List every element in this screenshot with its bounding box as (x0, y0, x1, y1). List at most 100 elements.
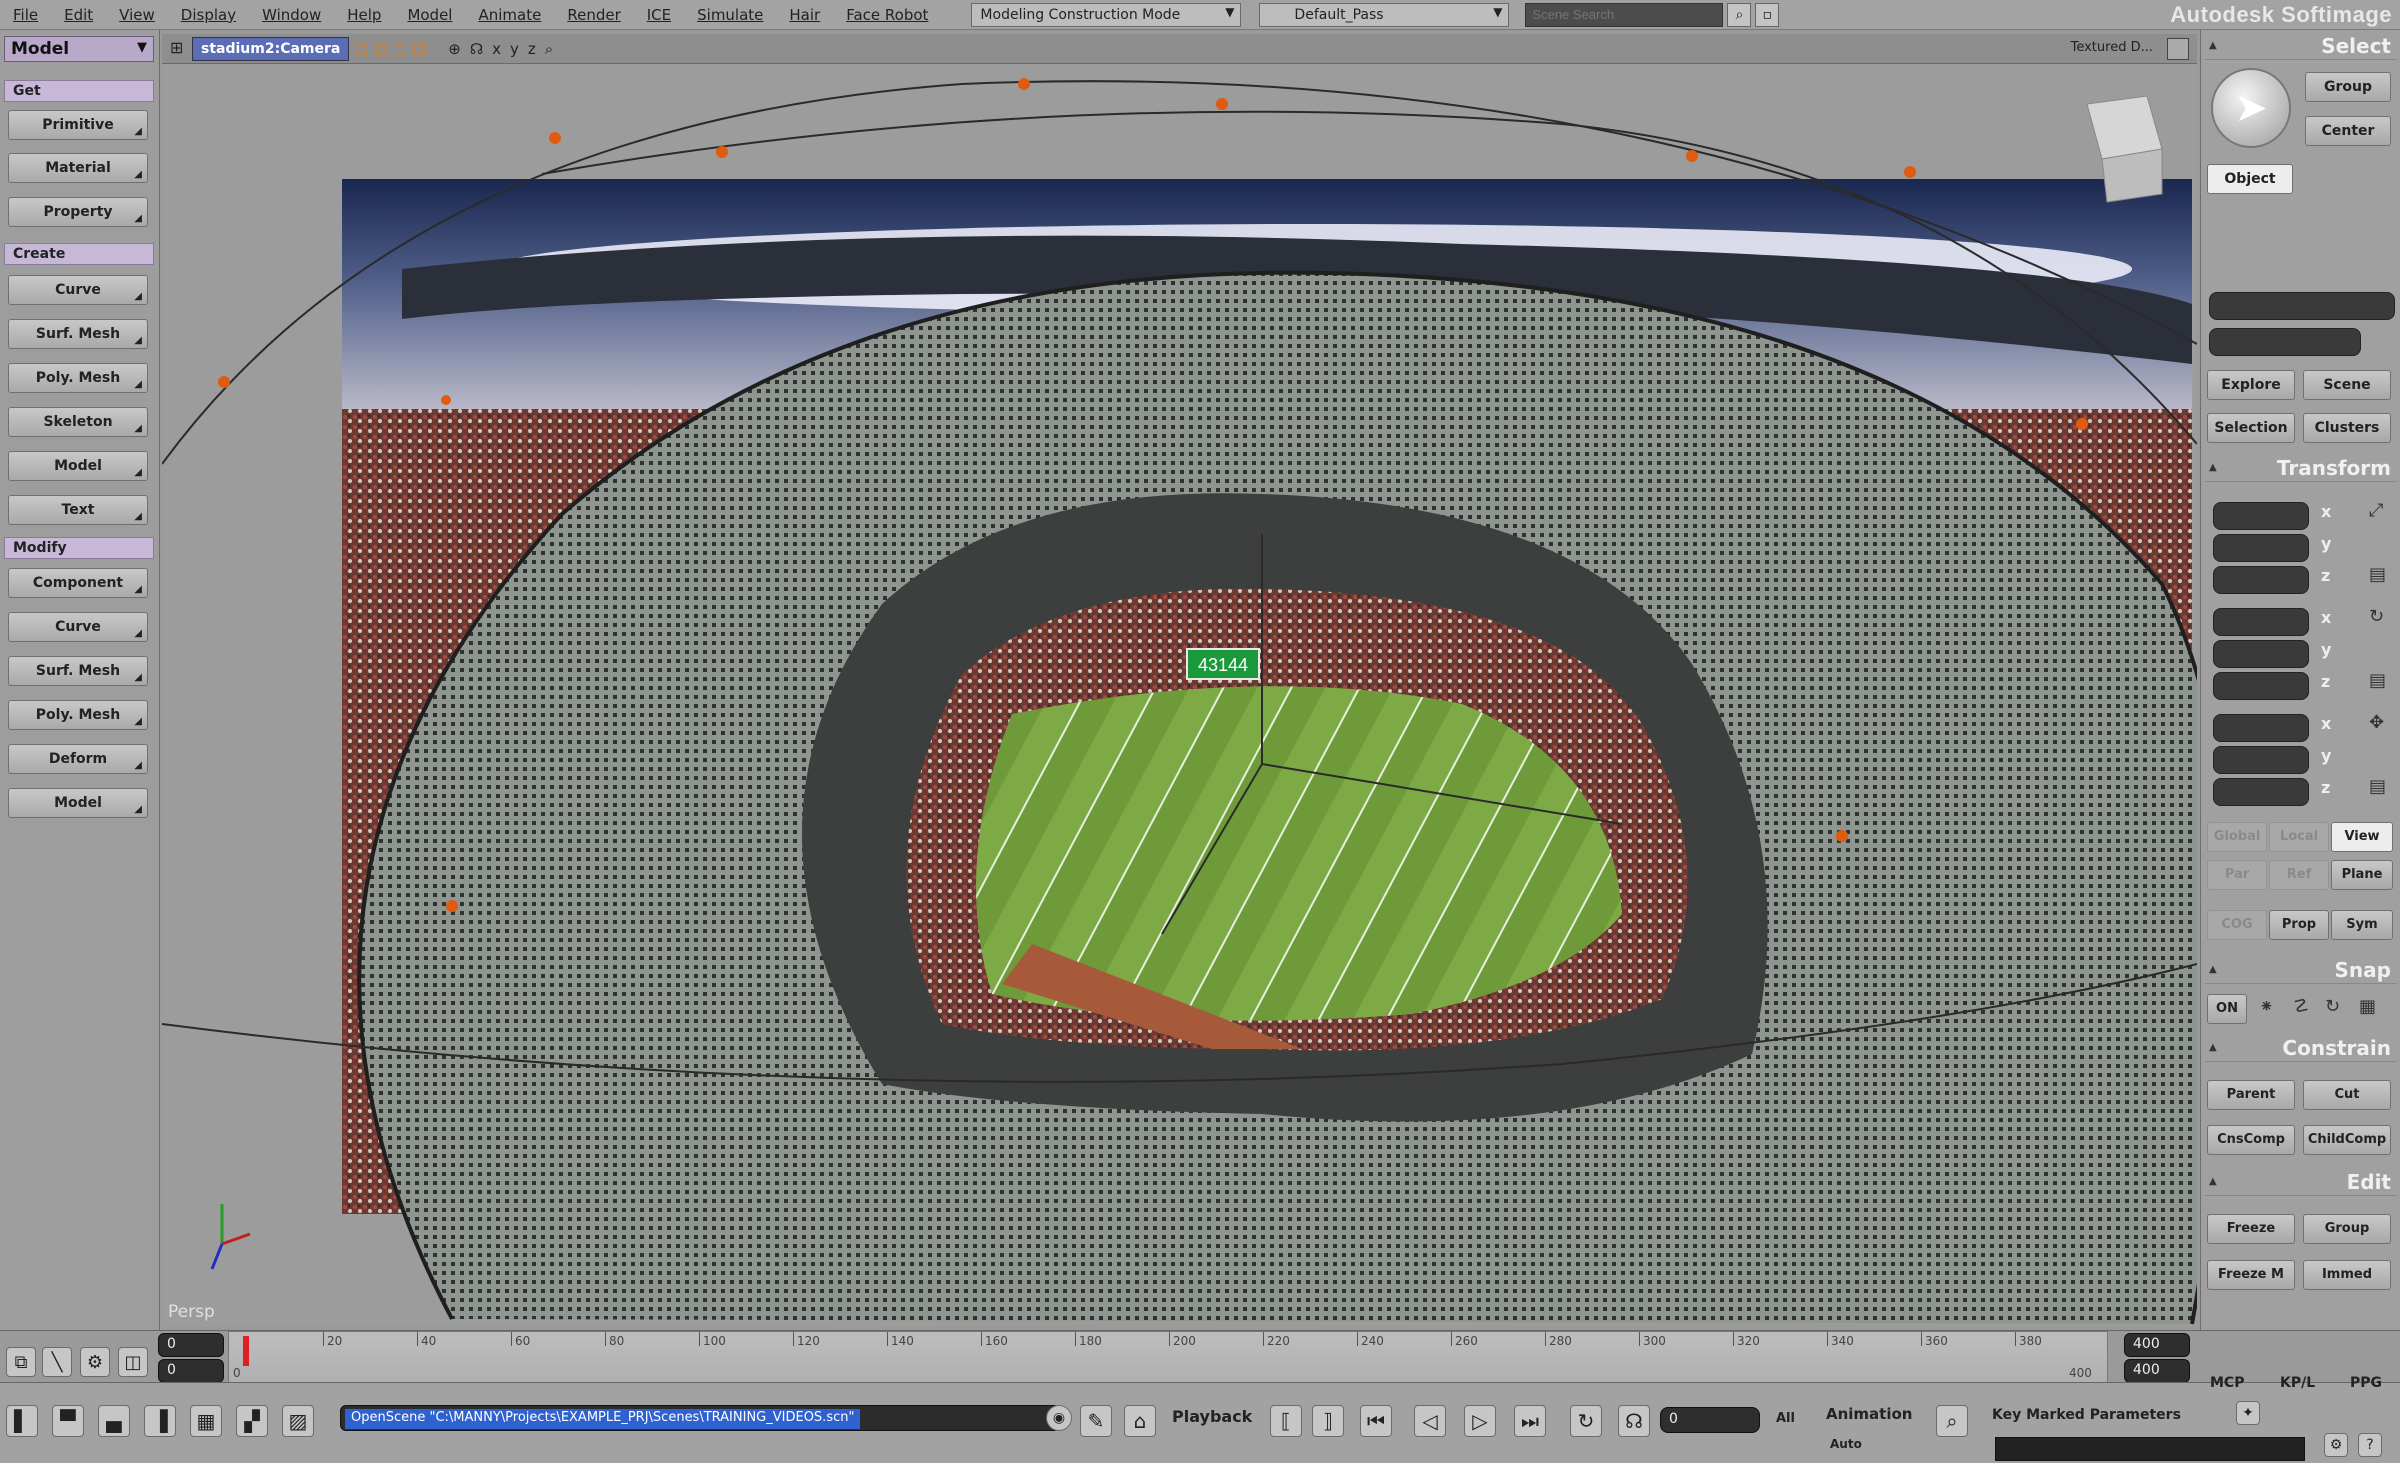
translate-z-field[interactable] (2213, 778, 2309, 806)
selection-name-field[interactable] (2209, 292, 2395, 320)
ref-button[interactable]: Ref (2269, 860, 2329, 890)
selection-filter-field[interactable] (2209, 328, 2361, 356)
local-button[interactable]: Local (2269, 822, 2329, 852)
kpl-tab[interactable]: KP/L (2280, 1375, 2315, 1391)
current-frame-field[interactable]: 0 (1660, 1407, 1760, 1433)
layout-custom-icon[interactable]: ▨ (282, 1405, 314, 1437)
get-material-button[interactable]: Material ◢ (8, 153, 148, 183)
search-icon[interactable]: ⌕ (1727, 2, 1752, 27)
translate-x-field[interactable] (2213, 714, 2309, 742)
cog-button[interactable]: COG (2207, 910, 2267, 940)
snap-curve-icon[interactable]: ☡ (2293, 996, 2309, 1017)
layout-quad-icon[interactable]: ▦ (190, 1405, 222, 1437)
menu-simulate[interactable]: Simulate (684, 0, 776, 30)
sym-button[interactable]: Sym (2331, 910, 2393, 940)
edit-section-header[interactable]: ▲ Edit (2205, 1170, 2397, 1196)
modify-poly-mesh-button[interactable]: Poly. Mesh ◢ (8, 700, 148, 730)
constrain-section-header[interactable]: ▲ Constrain (2205, 1036, 2397, 1062)
layout-icon[interactable]: ⧉ (6, 1347, 36, 1377)
rotate-z-field[interactable] (2213, 672, 2309, 700)
viewport-tools[interactable]: ⊕☊xyz⌕ (448, 40, 562, 58)
snap-grid-icon[interactable]: ↻ (2325, 996, 2340, 1017)
layout-split-icon[interactable]: ▐ (144, 1405, 176, 1437)
menu-edit[interactable]: Edit (51, 0, 106, 30)
auto-key-label[interactable]: Auto (1830, 1437, 1862, 1451)
menu-hair[interactable]: Hair (776, 0, 833, 30)
create-model-button[interactable]: Model ◢ (8, 451, 148, 481)
viewport-menu-icon[interactable]: ⊞ (170, 38, 183, 57)
scene-button[interactable]: Scene (2303, 370, 2391, 400)
prop-button[interactable]: Prop (2269, 910, 2329, 940)
settings-icon[interactable]: ⚙ (2324, 1433, 2348, 1457)
menu-model[interactable]: Model (394, 0, 465, 30)
modify-curve-button[interactable]: Curve ◢ (8, 612, 148, 642)
create-surf-mesh-button[interactable]: Surf. Mesh ◢ (8, 319, 148, 349)
all-label[interactable]: All (1776, 1411, 1795, 1426)
loop-icon[interactable]: ↻ (1570, 1405, 1602, 1437)
key-options-icon[interactable]: ✦ (2236, 1401, 2260, 1425)
modify-deform-button[interactable]: Deform ◢ (8, 744, 148, 774)
layout-top-icon[interactable]: ▀ (52, 1405, 84, 1437)
immed-button[interactable]: Immed (2303, 1260, 2391, 1290)
selection-button[interactable]: Selection (2207, 413, 2295, 443)
get-primitive-button[interactable]: Primitive ◢ (8, 110, 148, 140)
translate-tool-icon[interactable]: ✥ (2369, 712, 2384, 733)
toolbar-mode-select[interactable]: Model ▼ (4, 36, 154, 62)
create-text-button[interactable]: Text ◢ (8, 495, 148, 525)
object-filter-button[interactable]: Object (2207, 164, 2293, 194)
maximize-icon[interactable] (2167, 38, 2189, 60)
group-button[interactable]: Group (2305, 72, 2391, 102)
center-button[interactable]: Center (2305, 116, 2391, 146)
gear-icon[interactable]: ⚙ (80, 1347, 110, 1377)
timeline-start-field[interactable]: 0 (158, 1333, 224, 1357)
translate-y-field[interactable] (2213, 746, 2309, 774)
cut-button[interactable]: Cut (2303, 1080, 2391, 1110)
layout-side-icon[interactable]: ▞ (236, 1405, 268, 1437)
clear-search-icon[interactable]: ▫ (1755, 2, 1780, 27)
shading-mode[interactable]: Textured D... (2071, 40, 2153, 55)
scale-tool-icon[interactable]: ⤢ (2369, 500, 2383, 521)
construction-mode-dropdown[interactable]: Modeling Construction Mode ▼ (971, 2, 1242, 27)
snap-point-icon[interactable]: ⁕ (2259, 996, 2274, 1017)
snap-on-button[interactable]: ON (2207, 994, 2247, 1024)
cnscomp-button[interactable]: CnsComp (2207, 1125, 2295, 1155)
global-button[interactable]: Global (2207, 822, 2267, 852)
plane-button[interactable]: Plane (2331, 860, 2393, 890)
timeline-range-end-field[interactable]: 400 (2124, 1359, 2190, 1383)
first-key-icon[interactable]: ⟦ (1270, 1405, 1302, 1437)
menu-window[interactable]: Window (249, 0, 334, 30)
select-section-header[interactable]: ▲ Select (2205, 34, 2397, 60)
timeline-range-start-field[interactable]: 0 (158, 1359, 224, 1383)
menu-help[interactable]: Help (334, 0, 394, 30)
scale-lock-icon[interactable]: ▤ (2369, 564, 2386, 585)
modify-model-button[interactable]: Model ◢ (8, 788, 148, 818)
menu-file[interactable]: File (0, 0, 51, 30)
rotate-lock-icon[interactable]: ▤ (2369, 670, 2386, 691)
layout-bottom-icon[interactable]: ▄ (98, 1405, 130, 1437)
go-to-start-icon[interactable]: ⏮ (1360, 1405, 1392, 1437)
menu-animate[interactable]: Animate (465, 0, 554, 30)
freeze-button[interactable]: Freeze (2207, 1214, 2295, 1244)
edit-group-button[interactable]: Group (2303, 1214, 2391, 1244)
rotate-x-field[interactable] (2213, 608, 2309, 636)
snap-options-icon[interactable]: ▦ (2359, 996, 2376, 1017)
ppg-tab[interactable]: PPG (2350, 1375, 2382, 1391)
explore-button[interactable]: Explore (2207, 370, 2295, 400)
modify-component-button[interactable]: Component ◢ (8, 568, 148, 598)
freeze-m-button[interactable]: Freeze M (2207, 1260, 2295, 1290)
view-button[interactable]: View (2331, 822, 2393, 852)
par-button[interactable]: Par (2207, 860, 2267, 890)
help-icon[interactable]: ? (2358, 1433, 2382, 1457)
brush-icon[interactable]: ╲ (42, 1347, 72, 1377)
create-curve-button[interactable]: Curve ◢ (8, 275, 148, 305)
transform-section-header[interactable]: ▲ Transform (2205, 456, 2397, 482)
menu-display[interactable]: Display (168, 0, 249, 30)
create-skeleton-button[interactable]: Skeleton ◢ (8, 407, 148, 437)
scale-z-field[interactable] (2213, 566, 2309, 594)
key-marked-parameters-label[interactable]: Key Marked Parameters (1992, 1407, 2181, 1423)
menu-view[interactable]: View (106, 0, 168, 30)
childcomp-button[interactable]: ChildComp (2303, 1125, 2391, 1155)
audio-icon[interactable]: ☊ (1618, 1405, 1650, 1437)
step-back-icon[interactable]: ◁ (1414, 1405, 1446, 1437)
menu-ice[interactable]: ICE (634, 0, 684, 30)
